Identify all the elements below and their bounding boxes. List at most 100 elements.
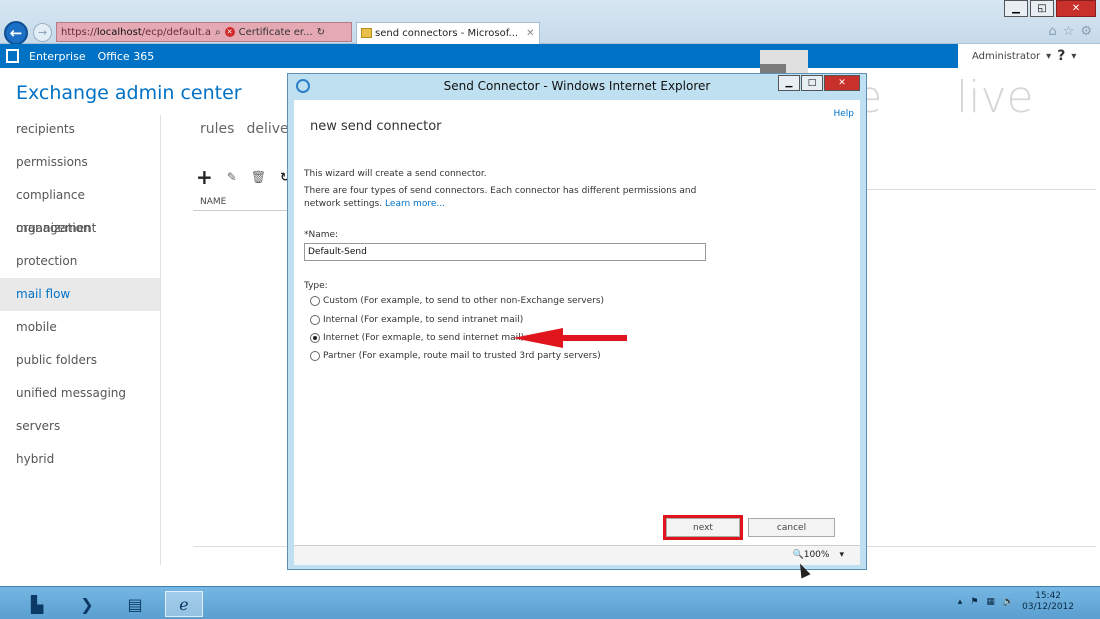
zoom-control[interactable]: 🔍100% ▾ [793,550,844,560]
system-tray: ▴ ⚑ ▦ 🔈 15:42 03/12/2012 [958,591,1074,613]
minimize-button[interactable]: ▁ [1004,0,1028,17]
sidebar-item-hybrid[interactable]: hybrid [0,443,160,476]
volume-icon[interactable]: 🔈 [1003,597,1014,607]
internet-explorer-icon[interactable]: ℯ [165,591,203,617]
learn-more-link[interactable]: Learn more... [385,199,445,209]
radio-internal[interactable] [310,315,320,325]
tab-rules[interactable]: rules [200,121,234,137]
refresh-icon[interactable]: ↻ [317,27,325,38]
name-label: *Name: [304,230,339,240]
chevron-down-icon[interactable]: ▾ [1071,51,1076,62]
sidebar-item-permissions[interactable]: permissions [0,146,160,179]
send-connector-dialog: Send Connector - Windows Internet Explor… [287,73,867,570]
dialog-maximize-button[interactable]: □ [801,75,823,91]
sidebar-item-mail-flow[interactable]: mail flow [0,278,160,311]
name-field[interactable] [304,243,706,261]
left-nav: recipients permissions compliance manageme… [0,113,160,476]
admin-menu[interactable]: Administrator ▾ ? ▾ [958,44,1100,68]
browser-toolbar-icons: ⌂ ☆ ⚙ [1048,24,1092,39]
dialog-body: new send connector Help This wizard will… [294,100,860,545]
browser-chrome: ▁ ◱ ✕ ← → https://localhost/ecp/default.… [0,0,1100,45]
column-header-name[interactable]: NAME [200,197,226,207]
types-description-line2: network settings. Learn more... [304,199,445,209]
cancel-button[interactable]: cancel [748,518,835,537]
intro-text: This wizard will create a send connector… [304,169,487,179]
list-toolbar: + ✎ 🗑 ↻ [196,165,290,189]
type-option-partner[interactable]: Partner (For example, route mail to trus… [310,351,601,361]
edit-pencil-icon[interactable]: ✎ [227,170,237,184]
address-url: https://localhost/ecp/default.aspx [61,26,211,38]
office-header-bar: Enterprise Office 365 Administrator ▾ ? … [0,44,1100,68]
dialog-status-bar: 🔍100% ▾ [294,545,860,565]
radio-partner[interactable] [310,351,320,361]
browser-tab[interactable]: send connectors - Microsof... ✕ [356,22,540,44]
dialog-close-button[interactable]: ✕ [824,75,860,91]
forward-button[interactable]: → [33,23,52,42]
type-option-internet[interactable]: Internet (For exmaple, to send internet … [310,333,524,343]
clock[interactable]: 15:42 03/12/2012 [1022,591,1074,613]
close-button[interactable]: ✕ [1056,0,1096,17]
action-center-icon[interactable]: ⚑ [970,597,978,607]
favorites-star-icon[interactable]: ☆ [1063,24,1075,39]
back-button[interactable]: ← [4,21,28,45]
sidebar-item-mobile[interactable]: mobile [0,311,160,344]
gear-icon[interactable]: ⚙ [1080,24,1092,39]
option-label-partner: Partner (For example, route mail to trus… [323,351,601,361]
restore-button[interactable]: ◱ [1030,0,1054,17]
header-divider [193,210,290,211]
powershell-icon[interactable]: ❯ [68,591,106,617]
sidebar-item-protection[interactable]: protection [0,245,160,278]
chevron-down-icon[interactable]: ▾ [839,550,844,560]
type-label: Type: [304,281,328,291]
dialog-window-controls: ▁ □ ✕ [778,75,860,91]
tray-expand-icon[interactable]: ▴ [958,597,963,607]
tab-close-icon[interactable]: ✕ [526,28,534,39]
network-icon[interactable]: ▦ [986,597,995,607]
option-label-custom: Custom (For example, to send to other no… [323,296,605,306]
server-manager-icon[interactable]: ▙ [18,591,56,617]
radio-internet[interactable] [310,333,320,343]
add-icon[interactable]: + [196,165,213,189]
sidebar-item-public-folders[interactable]: public folders [0,344,160,377]
office365-link[interactable]: Office 365 [98,50,155,63]
clock-date: 03/12/2012 [1022,602,1074,612]
trash-icon[interactable]: 🗑 [251,170,266,184]
sidebar-item-compliance-management[interactable]: compliance management [0,179,160,235]
type-option-internal[interactable]: Internal (For example, to send intranet … [310,315,523,325]
header-divider-right [866,189,1096,190]
sidebar-item-organization[interactable]: organization [0,212,160,245]
radio-custom[interactable] [310,296,320,306]
clock-time: 15:42 [1035,591,1062,601]
option-label-internet: Internet (For exmaple, to send internet … [323,333,525,343]
admin-user-label[interactable]: Administrator [972,51,1040,62]
tab-title: send connectors - Microsof... [375,28,519,39]
dialog-heading: new send connector [310,119,442,134]
types-description: There are four types of send connectors.… [304,185,696,211]
file-explorer-icon[interactable]: ▤ [116,591,154,617]
search-icon[interactable]: ⌕ [215,27,221,38]
office-logo-icon [6,49,19,63]
certificate-error-icon[interactable]: ✕ [224,27,235,37]
help-icon[interactable]: ? [1057,48,1065,64]
option-label-internal: Internal (For example, to send intranet … [323,315,524,325]
watermark-text-2: live [956,72,1034,123]
address-bar[interactable]: https://localhost/ecp/default.aspx ⌕ ✕ C… [56,22,352,42]
certificate-error-label[interactable]: Certificate er... [239,27,313,38]
red-arrow-annotation [513,328,627,348]
nav-divider [160,115,161,565]
sidebar-item-recipients[interactable]: recipients [0,113,160,146]
dialog-minimize-button[interactable]: ▁ [778,75,800,91]
next-button-highlight [663,515,743,540]
help-link[interactable]: Help [833,109,854,119]
page-title: Exchange admin center [16,82,242,104]
types-description-line1: There are four types of send connectors.… [304,186,697,196]
chevron-down-icon[interactable]: ▾ [1046,51,1051,62]
enterprise-link[interactable]: Enterprise [29,50,86,63]
sidebar-item-unified-messaging[interactable]: unified messaging [0,377,160,410]
type-option-custom[interactable]: Custom (For example, to send to other no… [310,296,604,306]
sidebar-item-servers[interactable]: servers [0,410,160,443]
ie-logo-icon [296,79,310,93]
zoom-level[interactable]: 🔍100% [793,550,830,560]
home-icon[interactable]: ⌂ [1048,24,1056,39]
taskbar: ▙ ❯ ▤ ℯ ▴ ⚑ ▦ 🔈 15:42 03/12/2012 [0,586,1100,619]
